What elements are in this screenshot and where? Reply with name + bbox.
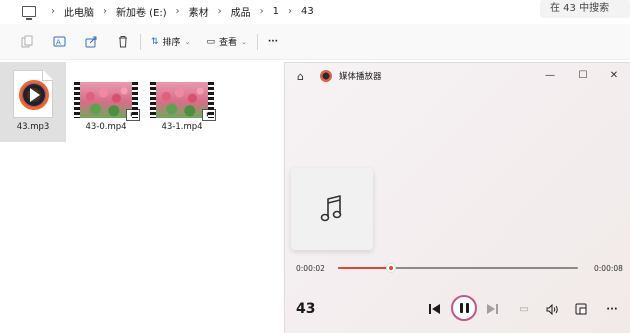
file-list: 43.mp3 ▶ 43-0.mp4 ▶ 43-1.mp4 [0, 60, 284, 333]
video-thumbnail-icon: ▶ [74, 82, 140, 121]
maximize-button[interactable]: ☐ [568, 63, 598, 89]
delete-icon[interactable] [116, 35, 130, 49]
file-item-video[interactable]: ▶ 43-0.mp4 [73, 62, 140, 142]
breadcrumb-item-materials[interactable]: 素材 [189, 4, 209, 19]
miniplayer-button[interactable] [572, 298, 590, 320]
pause-button[interactable] [451, 295, 477, 321]
skip-back-icon [428, 304, 440, 314]
chevron-right-icon: › [103, 5, 107, 17]
view-label: 查看 [218, 38, 237, 48]
window-title: 媒体播放器 [338, 72, 382, 82]
file-name: 43-1.mp4 [161, 122, 203, 132]
pause-icon-bar [465, 303, 469, 313]
chevron-right-icon: › [175, 5, 180, 17]
next-button[interactable] [483, 298, 501, 320]
file-item-video[interactable]: ▶ 43-1.mp4 [149, 62, 216, 142]
elapsed-time: 0:00:02 [296, 264, 325, 273]
seek-bar[interactable] [338, 263, 578, 273]
more-options-button[interactable]: ··· [268, 37, 278, 47]
breadcrumb-item-this-pc[interactable]: 此电脑 [64, 4, 94, 19]
file-name: 43.mp3 [16, 122, 50, 132]
breadcrumb-item-43[interactable]: 43 [301, 6, 314, 17]
chevron-right-icon: › [217, 5, 222, 17]
album-art [291, 168, 373, 250]
seek-thumb[interactable] [385, 263, 396, 273]
minimize-button[interactable]: — [535, 63, 565, 89]
svg-text:A: A [56, 39, 61, 47]
video-thumbnail-icon: ▶ [150, 82, 216, 121]
file-name: 43-0.mp4 [85, 122, 127, 132]
breadcrumb: › 此电脑 › 新加卷 (E:) › 素材 › 成品 › 1 › 43 [42, 4, 314, 19]
chevron-right-icon: › [51, 5, 55, 17]
track-title: 43 [296, 301, 316, 317]
media-player-window: ⌂ 媒体播放器 — ☐ ✕ 0:00:02 0:00:08 43 ▭ ··· [284, 62, 630, 333]
rename-icon[interactable]: A [52, 35, 66, 49]
media-player-badge-icon: ▶ [126, 109, 140, 121]
command-bar: A ⇅ 排序 ⌄ ▭ 查看 ⌄ ··· [0, 24, 630, 60]
address-bar[interactable]: › 此电脑 › 新加卷 (E:) › 素材 › 成品 › 1 › 43 在 43… [0, 0, 630, 22]
volume-button[interactable] [543, 298, 561, 320]
breadcrumb-item-drive[interactable]: 新加卷 (E:) [116, 4, 167, 19]
chevron-right-icon: › [288, 5, 293, 17]
music-note-icon [320, 195, 342, 222]
view-icon: ▭ [206, 36, 215, 47]
previous-button[interactable] [425, 298, 443, 320]
total-duration: 0:00:08 [594, 264, 623, 273]
home-icon[interactable]: ⌂ [297, 70, 304, 83]
computer-icon [22, 5, 36, 20]
sort-icon: ⇅ [151, 36, 159, 47]
volume-icon [546, 303, 558, 315]
view-button[interactable]: ▭ 查看 ⌄ [206, 35, 247, 49]
breadcrumb-item-finished[interactable]: 成品 [231, 4, 251, 19]
media-player-logo-icon [319, 70, 332, 82]
skip-forward-icon [486, 304, 498, 314]
chevron-right-icon: › [259, 5, 264, 17]
chevron-down-icon: ⌄ [184, 37, 191, 46]
chevron-down-icon: ⌄ [240, 37, 247, 46]
title-bar[interactable]: ⌂ 媒体播放器 — ☐ ✕ [285, 63, 630, 89]
close-button[interactable]: ✕ [599, 63, 629, 89]
sort-button[interactable]: ⇅ 排序 ⌄ [151, 35, 191, 49]
seek-progress [338, 267, 391, 269]
toolbar-divider [140, 33, 141, 50]
sort-label: 排序 [162, 38, 181, 48]
pause-icon [459, 303, 463, 313]
audio-file-icon [13, 70, 53, 118]
breadcrumb-item-1[interactable]: 1 [273, 6, 279, 17]
file-item-audio[interactable]: 43.mp3 [0, 62, 66, 142]
miniplayer-icon [575, 303, 587, 315]
copy-icon[interactable] [20, 35, 34, 49]
toolbar-divider [256, 33, 258, 50]
search-input[interactable]: 在 43 中搜索 [540, 0, 630, 18]
more-options-button[interactable]: ··· [603, 298, 621, 320]
captions-icon[interactable]: ▭ [515, 298, 533, 320]
media-player-badge-icon: ▶ [202, 109, 216, 121]
share-icon[interactable] [84, 35, 98, 49]
